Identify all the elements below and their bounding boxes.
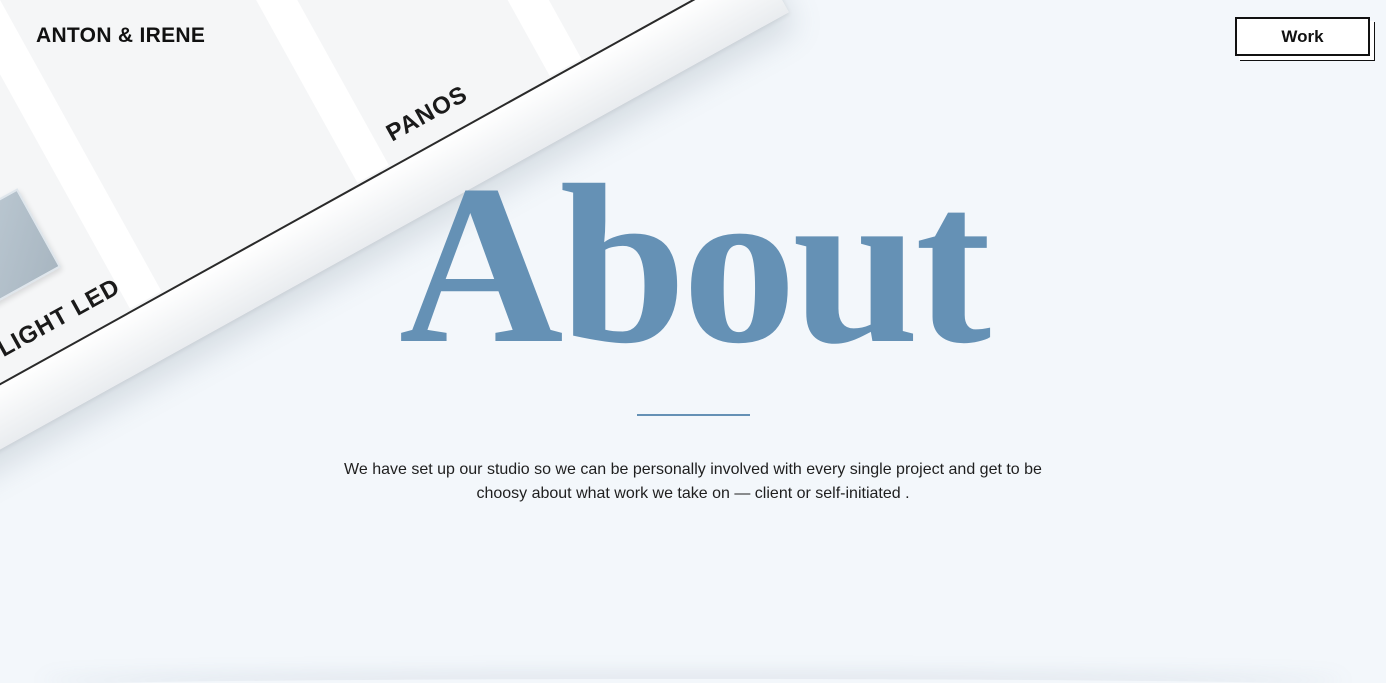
title-divider — [637, 414, 750, 416]
section-shadow — [40, 679, 1346, 683]
brand-logo[interactable]: ANTON & IRENE — [36, 24, 205, 48]
work-button[interactable]: Work — [1235, 17, 1370, 56]
page-title: About — [398, 139, 991, 391]
panel-stripe — [351, 0, 582, 77]
intro-paragraph: We have set up our studio so we can be p… — [344, 461, 1042, 502]
